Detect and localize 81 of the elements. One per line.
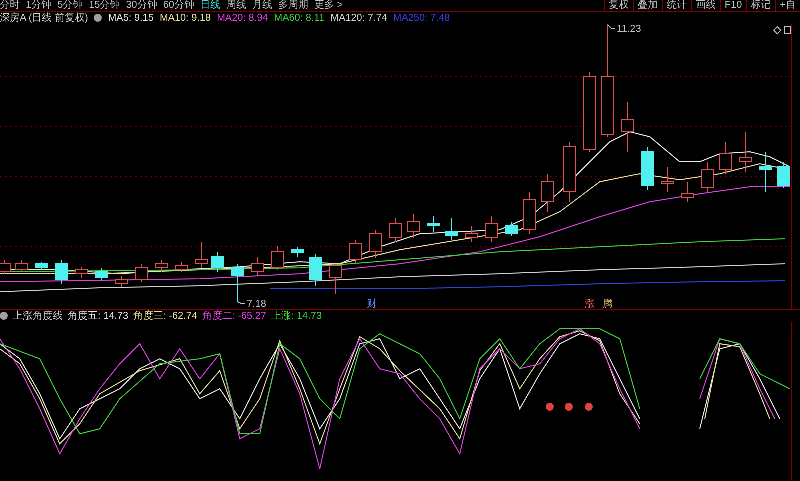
candle bbox=[310, 254, 322, 286]
candle bbox=[232, 264, 244, 302]
candle bbox=[176, 262, 188, 272]
period-tab[interactable]: 15分钟 bbox=[89, 0, 120, 11]
period-tab[interactable]: 周线 bbox=[226, 0, 246, 11]
moving-average-value: MA120: 7.74 bbox=[330, 12, 388, 24]
candle bbox=[720, 142, 732, 174]
period-tab[interactable]: 1分钟 bbox=[26, 0, 52, 11]
event-marker[interactable]: 涨 bbox=[585, 299, 595, 309]
event-marker[interactable]: 财 bbox=[367, 299, 377, 309]
candle bbox=[564, 142, 576, 202]
price-label: 11.23 bbox=[617, 24, 642, 35]
toolbar-button[interactable]: F10 bbox=[720, 0, 746, 11]
candle bbox=[446, 218, 458, 240]
settings-icon[interactable] bbox=[94, 14, 102, 22]
leader-line bbox=[238, 302, 246, 304]
indicator-value: 角度二: -65.27 bbox=[202, 310, 266, 323]
moving-average-value: MA10: 9.18 bbox=[160, 12, 212, 24]
period-tab[interactable]: 月线 bbox=[252, 0, 272, 11]
candle bbox=[622, 102, 634, 152]
candle bbox=[330, 264, 342, 294]
toolbar-button[interactable]: 复权 bbox=[604, 0, 633, 11]
toolbar-button[interactable]: +自 bbox=[775, 0, 800, 11]
period-tab[interactable]: 5分钟 bbox=[58, 0, 84, 11]
toolbar-button[interactable]: 标记 bbox=[746, 0, 776, 11]
period-tab[interactable]: 更多 > bbox=[314, 0, 344, 11]
candle bbox=[116, 276, 128, 288]
candle bbox=[156, 260, 168, 272]
indicator-value: 角度三: -62.74 bbox=[134, 310, 198, 323]
candle bbox=[428, 216, 440, 232]
candle bbox=[136, 264, 148, 282]
candle bbox=[16, 260, 28, 272]
period-tab[interactable]: 多周期 bbox=[278, 0, 308, 11]
moving-average-value: MA60: 8.11 bbox=[274, 12, 325, 24]
event-marker[interactable]: 腾 bbox=[603, 299, 613, 309]
candle bbox=[272, 246, 284, 270]
candle bbox=[96, 268, 108, 280]
price-label: 7.18 bbox=[247, 299, 266, 309]
indicator-title: 上涨角度线 bbox=[13, 310, 63, 323]
candle bbox=[506, 222, 518, 236]
candle bbox=[196, 242, 208, 268]
candle bbox=[252, 256, 264, 276]
moving-average-value: MA250: 7.48 bbox=[393, 12, 450, 24]
candle bbox=[212, 252, 224, 272]
toolbar-button[interactable]: 叠加 bbox=[632, 0, 662, 11]
period-tab[interactable]: 30分钟 bbox=[126, 0, 158, 11]
period-tab[interactable]: 日线 bbox=[200, 0, 220, 11]
leader-line bbox=[608, 24, 616, 30]
candle bbox=[740, 132, 752, 172]
candle bbox=[778, 162, 790, 188]
settings-icon[interactable] bbox=[0, 312, 8, 320]
candle bbox=[682, 182, 694, 202]
candle bbox=[350, 240, 362, 264]
candle bbox=[76, 266, 88, 278]
candle bbox=[486, 216, 498, 242]
candle bbox=[542, 174, 554, 212]
candle bbox=[36, 262, 48, 270]
candle bbox=[524, 192, 536, 234]
dot-icon bbox=[546, 403, 554, 411]
period-tab[interactable]: 60分钟 bbox=[163, 0, 194, 11]
candle bbox=[390, 218, 402, 242]
candle bbox=[292, 246, 304, 258]
period-tab[interactable]: 分时 bbox=[0, 0, 20, 11]
candle bbox=[760, 152, 772, 192]
moving-average-value: MA20: 8.94 bbox=[217, 12, 268, 24]
candle bbox=[408, 214, 420, 238]
moving-average-value: MA5: 9.15 bbox=[108, 12, 154, 24]
candle bbox=[370, 230, 382, 258]
chart-title: 深房A (日线 前复权) bbox=[0, 12, 88, 25]
indicator-value: 角度五: 14.73 bbox=[68, 310, 129, 323]
toolbar-button[interactable]: 画线 bbox=[690, 0, 720, 11]
indicator-value: 上涨: 14.73 bbox=[271, 310, 322, 323]
candle bbox=[466, 226, 478, 242]
dot-icon bbox=[585, 403, 593, 411]
candle bbox=[642, 146, 654, 190]
candle bbox=[56, 260, 68, 284]
diamond-icon[interactable] bbox=[773, 26, 782, 35]
candle bbox=[662, 166, 674, 192]
window-icon[interactable] bbox=[784, 26, 792, 34]
dot-icon bbox=[565, 403, 573, 411]
candle bbox=[702, 162, 714, 192]
